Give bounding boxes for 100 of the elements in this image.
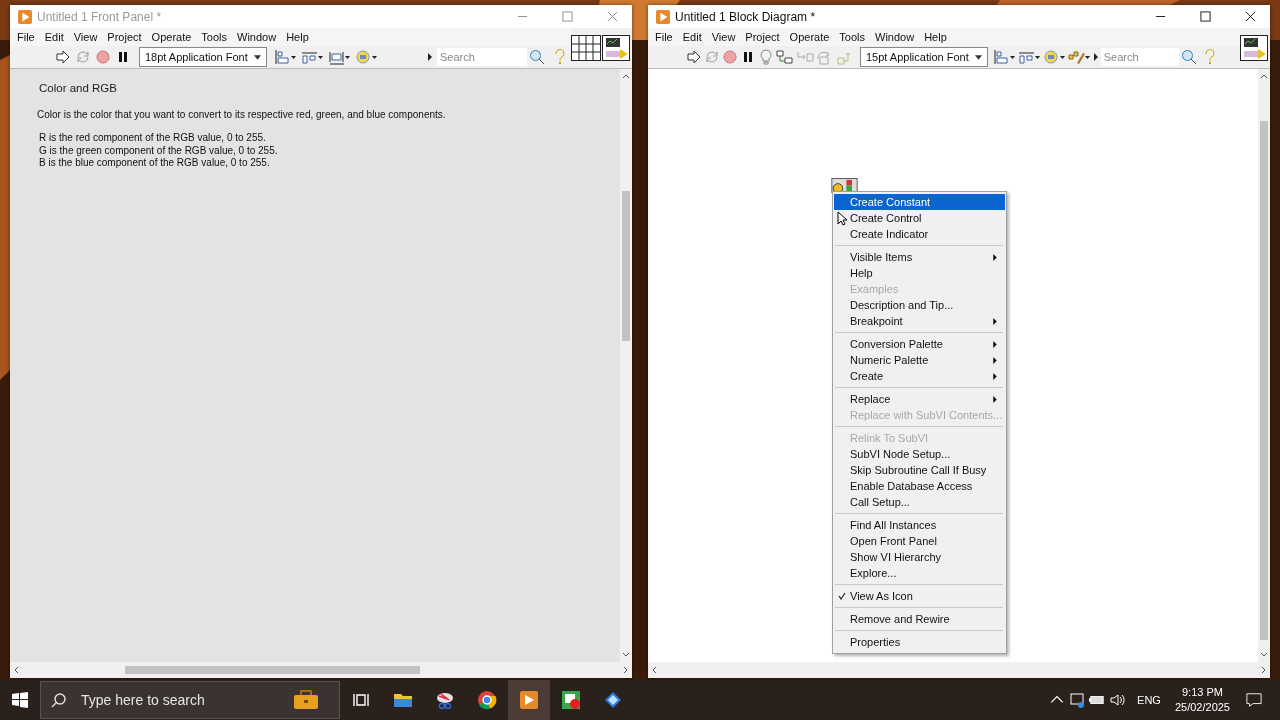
taskbar-search-field[interactable]: Type here to search [79, 691, 293, 709]
subvi-node-icon[interactable] [831, 178, 858, 193]
clock-date[interactable]: 25/02/2025 [1174, 700, 1230, 715]
context-menu-item[interactable]: Enable Database Access [834, 478, 1005, 494]
menu-item[interactable]: Help [919, 31, 952, 43]
scroll-down-icon[interactable] [1260, 651, 1268, 659]
notification-icon[interactable] [1246, 692, 1262, 708]
clean-up-icon[interactable] [1067, 49, 1091, 65]
context-menu-item[interactable]: Remove and Rewire [834, 611, 1005, 627]
context-menu-item[interactable]: Breakpoint [834, 313, 1005, 329]
resize-icon[interactable] [327, 49, 351, 65]
start-icon[interactable] [12, 692, 28, 708]
horizontal-scrollbar[interactable] [648, 662, 1270, 678]
distribute-icon[interactable] [300, 49, 324, 65]
menu-item[interactable]: File [12, 31, 40, 43]
context-menu-item[interactable]: View As Icon [834, 588, 1005, 604]
menu-item[interactable]: Help [281, 31, 314, 43]
context-menu-item[interactable]: Description and Tip... [834, 297, 1005, 313]
description-line: R is the red component of the RGB value, 0 to 255. [39, 132, 267, 145]
vertical-scrollbar[interactable] [1258, 69, 1270, 662]
menu-item[interactable]: Tools [834, 31, 871, 43]
menu-item[interactable]: View [706, 31, 741, 43]
menu-item[interactable]: Edit [677, 31, 707, 43]
menu-item[interactable]: Window [232, 31, 282, 43]
scroll-up-icon[interactable] [622, 72, 630, 80]
menu-item[interactable]: Project [102, 31, 147, 43]
scrollbar-thumb[interactable] [1260, 121, 1268, 640]
retain-wire-icon[interactable] [776, 49, 794, 65]
volume-icon[interactable] [1109, 692, 1126, 708]
scrollbar-thumb[interactable] [622, 191, 630, 341]
menu-item[interactable]: Operate [784, 31, 835, 43]
menu-item[interactable]: Operate [146, 31, 197, 43]
app-logo-icon [18, 9, 32, 24]
font-dropdown[interactable]: 18pt Application Font [139, 47, 267, 67]
caret-icon[interactable] [253, 54, 261, 60]
menu-item[interactable]: Tools [196, 31, 233, 43]
network-icon[interactable] [1069, 692, 1086, 708]
run-arrow-icon[interactable] [686, 49, 702, 65]
context-menu-item[interactable]: Find All Instances [834, 517, 1005, 533]
vi-icon[interactable] [602, 35, 630, 61]
context-menu-item[interactable]: Help [834, 265, 1005, 281]
scroll-right-icon[interactable] [622, 666, 630, 674]
scroll-up-icon[interactable] [1260, 72, 1268, 80]
context-menu-item[interactable]: Explore... [834, 565, 1005, 581]
reorder-icon[interactable] [354, 49, 378, 65]
reorder-icon[interactable] [1042, 49, 1066, 65]
description-line: G is the green component of the RGB value, 0 to 255. [39, 144, 278, 157]
context-menu-item[interactable]: Visible Items [834, 249, 1005, 265]
menu-item[interactable]: Edit [39, 31, 69, 43]
menu-item[interactable]: File [650, 31, 678, 43]
clock-time[interactable]: 9:13 PM [1182, 685, 1223, 700]
context-menu-item[interactable]: SubVI Node Setup... [834, 446, 1005, 462]
panel-heading: Color and RGB [39, 82, 117, 94]
context-menu-item[interactable]: Create [834, 368, 1005, 384]
active-app-tile[interactable] [508, 680, 550, 720]
vertical-scrollbar[interactable] [620, 69, 632, 662]
diamond-app-icon[interactable] [603, 690, 623, 710]
align-icon[interactable] [273, 49, 297, 65]
taskbar-search-panel[interactable]: Type here to search [40, 681, 340, 719]
mouse-cursor-icon [837, 211, 847, 226]
context-menu-item[interactable]: Properties [834, 634, 1005, 650]
search-icon[interactable] [51, 692, 67, 708]
scroll-left-icon[interactable] [12, 666, 20, 674]
context-menu-item[interactable]: Replace [834, 391, 1005, 407]
search-field[interactable]: Search [1100, 48, 1179, 66]
context-menu-item[interactable]: Create Control [834, 210, 1005, 226]
context-menu-item[interactable]: Open Front Panel [834, 533, 1005, 549]
vi-icon[interactable] [1240, 35, 1268, 61]
scrollbar-thumb[interactable] [125, 666, 420, 674]
font-dropdown[interactable]: 15pt Application Font [860, 47, 988, 67]
menu-item[interactable]: Window [870, 31, 920, 43]
context-menu-item[interactable]: Skip Subroutine Call If Busy [834, 462, 1005, 478]
snipping-tool-icon[interactable] [435, 690, 455, 710]
search-field[interactable]: Search [437, 48, 527, 66]
context-menu-item[interactable]: Create Constant [834, 194, 1005, 210]
scroll-left-icon[interactable] [650, 666, 658, 674]
caret-icon[interactable] [974, 54, 982, 60]
horizontal-scrollbar[interactable] [10, 662, 632, 678]
close-icon[interactable] [1245, 11, 1256, 22]
context-menu-item[interactable]: Numeric Palette [834, 352, 1005, 368]
description-text: Color is the color that you want to convert to its respective red, green, and blue components. [37, 109, 446, 120]
run-arrow-icon[interactable] [55, 49, 71, 65]
language-indicator[interactable]: ENG [1137, 694, 1161, 706]
context-menu-item[interactable]: Conversion Palette [834, 336, 1005, 352]
chrome-icon[interactable] [477, 690, 497, 710]
distribute-icon[interactable] [1017, 49, 1041, 65]
context-menu-item[interactable]: Call Setup... [834, 494, 1005, 510]
briefcase-icon[interactable] [293, 690, 319, 710]
align-icon[interactable] [992, 49, 1016, 65]
menu-item[interactable]: Project [740, 31, 785, 43]
window-title: Untitled 1 Front Panel * [37, 9, 162, 24]
context-menu-item[interactable]: Show VI Hierarchy [834, 549, 1005, 565]
play-logo-icon[interactable] [519, 690, 539, 710]
context-menu-item[interactable]: Create Indicator [834, 226, 1005, 242]
menu-item[interactable]: View [68, 31, 103, 43]
app-icon[interactable] [561, 690, 581, 710]
connector-pane-icon[interactable] [571, 35, 601, 61]
maximize-icon[interactable] [1200, 11, 1211, 22]
scroll-down-icon[interactable] [622, 651, 630, 659]
scroll-right-icon[interactable] [1260, 666, 1268, 674]
